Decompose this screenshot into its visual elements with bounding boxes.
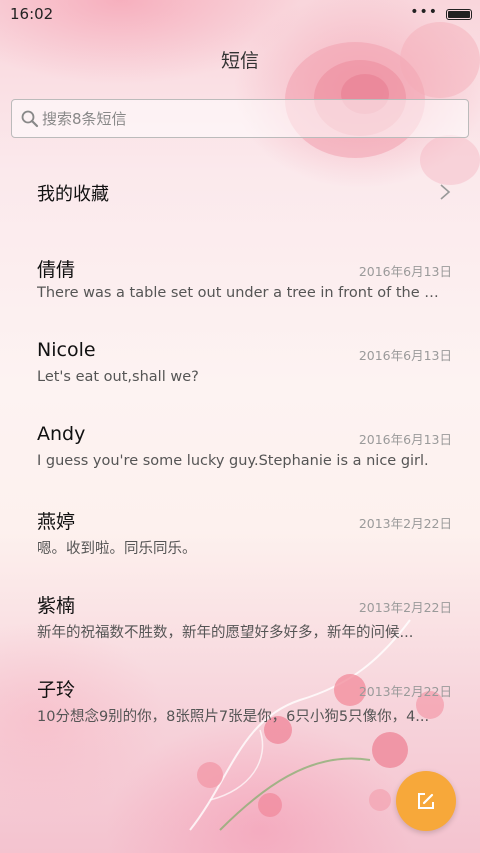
status-bar: 16:02 ••• <box>0 0 480 30</box>
compose-button[interactable] <box>396 771 456 831</box>
thread-preview: Let's eat out,shall we? <box>37 369 199 385</box>
thread-date: 2013年2月22日 <box>358 516 452 531</box>
thread-item[interactable]: 倩倩 2016年6月13日 There was a table set out … <box>0 255 480 325</box>
thread-date: 2013年2月22日 <box>358 600 452 615</box>
notification-dots: ••• <box>410 4 438 20</box>
thread-item[interactable]: 紫楠 2013年2月22日 新年的祝福数不胜数，新年的愿望好多好多，新年的问候.… <box>0 591 480 661</box>
page-title: 短信 <box>220 50 259 72</box>
thread-date: 2016年6月13日 <box>358 432 452 447</box>
thread-date: 2016年6月13日 <box>358 348 452 363</box>
thread-date: 2016年6月13日 <box>358 264 452 279</box>
thread-name: 倩倩 <box>37 259 76 281</box>
search-box[interactable] <box>11 99 469 138</box>
battery-icon <box>446 9 472 20</box>
thread-item[interactable]: Nicole 2016年6月13日 Let's eat out,shall we… <box>0 339 480 409</box>
thread-preview: 嗯。收到啦。同乐同乐。 <box>37 541 197 557</box>
thread-name: 紫楠 <box>37 595 76 617</box>
thread-preview: I guess you're some lucky guy.Stephanie … <box>37 453 429 469</box>
thread-preview: 10分想念9别的你，8张照片7张是你，6只小狗5只像你，4... <box>37 709 430 725</box>
thread-item[interactable]: 燕婷 2013年2月22日 嗯。收到啦。同乐同乐。 <box>0 507 480 577</box>
thread-name: 燕婷 <box>37 511 76 533</box>
thread-date: 2013年2月22日 <box>358 684 452 699</box>
compose-icon <box>418 793 434 809</box>
thread-preview: 新年的祝福数不胜数，新年的愿望好多好多，新年的问候... <box>37 625 414 641</box>
favorites-row[interactable]: 我的收藏 <box>0 172 480 216</box>
thread-name: Nicole <box>37 339 96 361</box>
thread-preview: There was a table set out under a tree i… <box>37 285 447 301</box>
thread-name: Andy <box>37 423 86 445</box>
thread-name: 子玲 <box>37 679 76 701</box>
thread-item[interactable]: 子玲 2013年2月22日 10分想念9别的你，8张照片7张是你，6只小狗5只像… <box>0 675 480 745</box>
thread-item[interactable]: Andy 2016年6月13日 I guess you're some luck… <box>0 423 480 493</box>
search-input[interactable] <box>42 100 462 137</box>
status-time: 16:02 <box>10 5 54 23</box>
chevron-right-icon <box>440 184 451 200</box>
search-icon <box>21 110 39 128</box>
favorites-label: 我的收藏 <box>37 184 109 205</box>
